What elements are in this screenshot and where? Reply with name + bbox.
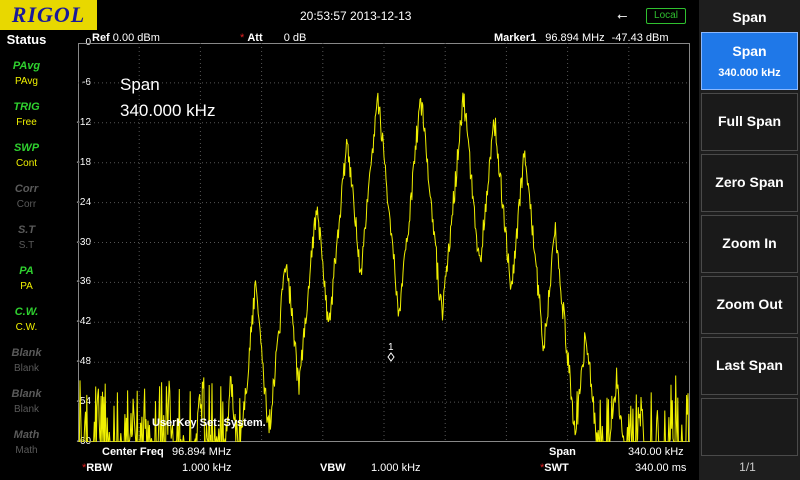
- local-status-badge[interactable]: Local: [646, 8, 686, 24]
- swp-icon: SWP: [13, 142, 40, 154]
- status-title: Status: [6, 32, 47, 47]
- math-icon: Math: [13, 429, 40, 441]
- span-label[interactable]: Span: [549, 446, 576, 458]
- swt-label: SWT: [544, 462, 569, 474]
- status-item-cw[interactable]: C.W. C.W.: [4, 302, 49, 340]
- softkey-zero-span-button[interactable]: Zero Span: [701, 154, 798, 212]
- marker-1-label: 1: [388, 342, 394, 353]
- span-overlay-value: 340.000 kHz: [120, 101, 216, 120]
- center-freq-label[interactable]: Center Freq: [102, 446, 164, 458]
- status-item-pavg[interactable]: PAvg PAvg: [4, 56, 49, 94]
- brand-logo: RIGOL: [0, 0, 97, 30]
- status-item-pa[interactable]: PA PA: [4, 261, 49, 299]
- softkey-label: Last Span: [716, 357, 783, 373]
- status-item-label: PAvg: [15, 76, 38, 87]
- softkey-span-button[interactable]: Span 340.000 kHz: [701, 32, 798, 90]
- softkey-last-span-button[interactable]: Last Span: [701, 337, 798, 395]
- marker-1[interactable]: 1: [387, 342, 395, 362]
- status-item-blank[interactable]: Blank Blank: [4, 384, 49, 422]
- menu-title: Span: [732, 9, 767, 25]
- trig-icon: TRIG: [13, 101, 40, 113]
- rbw-value: 1.000 kHz: [182, 462, 232, 474]
- blank-icon: Blank: [11, 388, 42, 400]
- status-item-label: Blank: [13, 404, 39, 415]
- status-item-free[interactable]: TRIG Free: [4, 97, 49, 135]
- status-item-math[interactable]: Math Math: [4, 425, 49, 463]
- softkey-label: Zero Span: [715, 174, 784, 190]
- pa-icon: PA: [19, 265, 34, 277]
- status-item-cont[interactable]: SWP Cont: [4, 138, 49, 176]
- softkey-sublabel: 340.000 kHz: [718, 67, 781, 79]
- softkey-blank-button[interactable]: [701, 398, 798, 456]
- softkey-label: Zoom Out: [716, 296, 783, 312]
- datetime: 20:53:57 2013-12-13: [300, 9, 412, 23]
- userkey-message: UserKey Set: System.: [152, 417, 266, 429]
- st-icon: S.T: [17, 224, 36, 236]
- marker-diamond-icon: [387, 352, 395, 362]
- softkey-zoom-in-button[interactable]: Zoom In: [701, 215, 798, 273]
- status-item-label: C.W.: [15, 322, 38, 333]
- status-item-label: Math: [15, 445, 38, 456]
- status-item-st[interactable]: S.T S.T: [4, 220, 49, 258]
- rbw[interactable]: *RBW: [82, 462, 113, 474]
- status-item-label: Blank: [13, 363, 39, 374]
- status-item-label: Corr: [16, 199, 37, 210]
- vbw-value: 1.000 kHz: [371, 462, 421, 474]
- blank-icon: Blank: [11, 347, 42, 359]
- status-item-blank[interactable]: Blank Blank: [4, 343, 49, 381]
- cw-icon: C.W.: [14, 306, 39, 318]
- status-item-label: Free: [16, 117, 37, 128]
- softkey-label: Zoom In: [722, 235, 777, 251]
- vbw-label[interactable]: VBW: [320, 462, 346, 474]
- status-item-label: S.T: [18, 240, 35, 251]
- menu-page-indicator: 1/1: [739, 460, 756, 474]
- center-freq-value: 96.894 MHz: [172, 446, 232, 458]
- status-item-corr[interactable]: Corr Corr: [4, 179, 49, 217]
- pavg-icon: PAvg: [12, 60, 41, 72]
- span-overlay-title: Span: [120, 75, 160, 94]
- span-value: 340.00 kHz: [628, 446, 684, 458]
- swt[interactable]: *SWT: [540, 462, 569, 474]
- rbw-label: RBW: [86, 462, 113, 474]
- status-item-label: Cont: [15, 158, 38, 169]
- status-item-label: PA: [20, 281, 33, 292]
- softkey-label: Span: [732, 43, 767, 59]
- usb-icon: ⭠: [617, 8, 628, 23]
- softkey-full-span-button[interactable]: Full Span: [701, 93, 798, 151]
- swt-value: 340.00 ms: [635, 462, 687, 474]
- corr-icon: Corr: [14, 183, 39, 195]
- softkey-zoom-out-button[interactable]: Zoom Out: [701, 276, 798, 334]
- softkey-label: Full Span: [718, 113, 781, 129]
